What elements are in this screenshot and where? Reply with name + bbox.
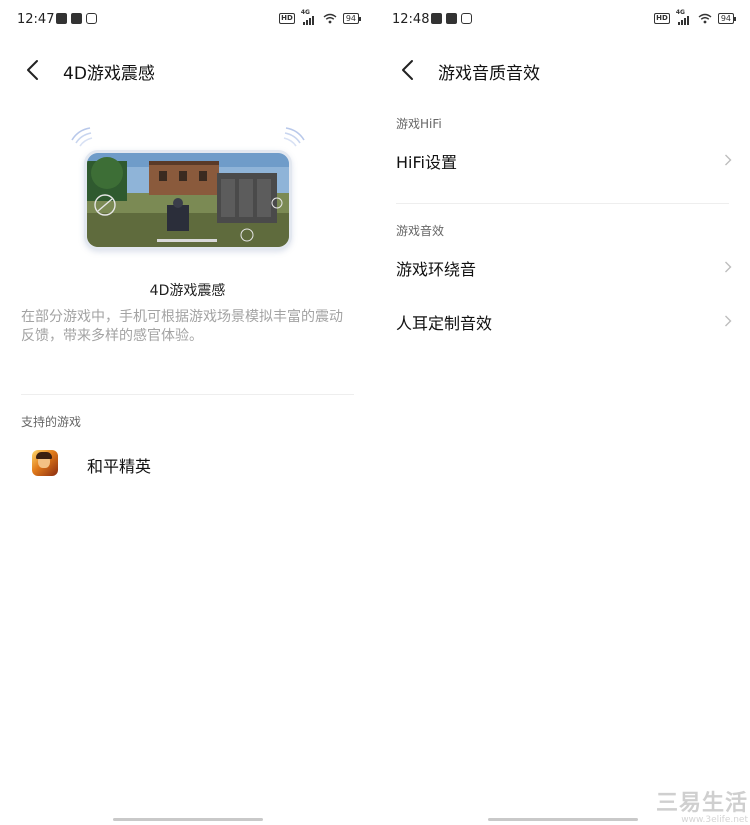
notification-icons: [56, 13, 97, 24]
vibration-wave-icon: [71, 127, 93, 147]
battery-icon: 94: [717, 12, 737, 24]
back-button[interactable]: [18, 56, 48, 84]
back-arrow-icon: [27, 60, 38, 80]
back-arrow-icon: [402, 60, 413, 80]
game-scene-image: [87, 153, 289, 247]
signal-icon: 4G: [676, 9, 692, 25]
screen-4d-vibration: 12:47 HD 4G 94 4D游戏震感 4D游戏震感 在部分游戏中，手机可根…: [0, 0, 375, 825]
menu-item-hifi-settings[interactable]: HiFi设置: [375, 138, 750, 182]
gallery-icon: [446, 13, 457, 24]
game-app-icon: [32, 450, 58, 476]
section-divider: [396, 203, 729, 204]
section-label-hifi: 游戏HiFi: [396, 117, 442, 131]
menu-item-surround-sound[interactable]: 游戏环绕音: [375, 245, 750, 289]
menu-item-label: HiFi设置: [396, 153, 457, 172]
screen-game-audio: 12:48 HD 4G 94 游戏音质音效 游戏HiFi HiFi设置 游戏音效…: [375, 0, 750, 825]
hd-icon: HD: [654, 12, 670, 24]
page-title: 4D游戏震感: [63, 64, 155, 84]
gallery-icon: [71, 13, 82, 24]
feature-description: 在部分游戏中，手机可根据游戏场景模拟丰富的震动反馈，带来多样的感官体验。: [21, 309, 343, 344]
message-icon: [56, 13, 67, 24]
watermark-url: www.3elife.net: [681, 815, 748, 825]
game-screenshot-phone: [84, 150, 292, 250]
signal-icon: 4G: [301, 9, 317, 25]
menu-item-custom-ear-effect[interactable]: 人耳定制音效: [375, 299, 750, 343]
battery-icon: 94: [342, 12, 362, 24]
supported-games-label: 支持的游戏: [21, 415, 82, 429]
chevron-right-icon: [725, 154, 732, 166]
page-title: 游戏音质音效: [438, 64, 540, 84]
status-time: 12:47: [17, 12, 55, 27]
feature-title: 4D游戏震感: [149, 283, 226, 299]
hd-icon: HD: [279, 12, 295, 24]
game-name: 和平精英: [87, 457, 152, 476]
notification-icons: [431, 13, 472, 24]
page-header: 游戏音质音效: [375, 50, 750, 90]
wifi-icon: [698, 13, 712, 24]
watermark: 三易生活 www.3elife.net: [656, 793, 748, 825]
home-indicator[interactable]: [488, 818, 638, 821]
back-button[interactable]: [393, 56, 423, 84]
chevron-right-icon: [725, 315, 732, 327]
status-indicators: HD 4G 94: [279, 9, 362, 25]
page-header: 4D游戏震感: [0, 50, 375, 90]
home-indicator[interactable]: [113, 818, 263, 821]
robot-icon: [86, 13, 97, 24]
chevron-right-icon: [725, 261, 732, 273]
wifi-icon: [323, 13, 337, 24]
message-icon: [431, 13, 442, 24]
game-list-item[interactable]: 和平精英: [0, 442, 375, 486]
menu-item-label: 人耳定制音效: [396, 314, 493, 333]
status-indicators: HD 4G 94: [654, 9, 737, 25]
section-divider: [21, 394, 354, 395]
status-time: 12:48: [392, 12, 430, 27]
status-bar: 12:48 HD 4G 94: [375, 0, 750, 40]
section-label-effects: 游戏音效: [396, 224, 445, 238]
menu-item-label: 游戏环绕音: [396, 260, 477, 279]
status-bar: 12:47 HD 4G 94: [0, 0, 375, 40]
vibration-illustration: [68, 124, 308, 256]
watermark-logo-text: 三易生活: [655, 791, 748, 816]
vibration-wave-icon: [283, 127, 305, 147]
robot-icon: [461, 13, 472, 24]
